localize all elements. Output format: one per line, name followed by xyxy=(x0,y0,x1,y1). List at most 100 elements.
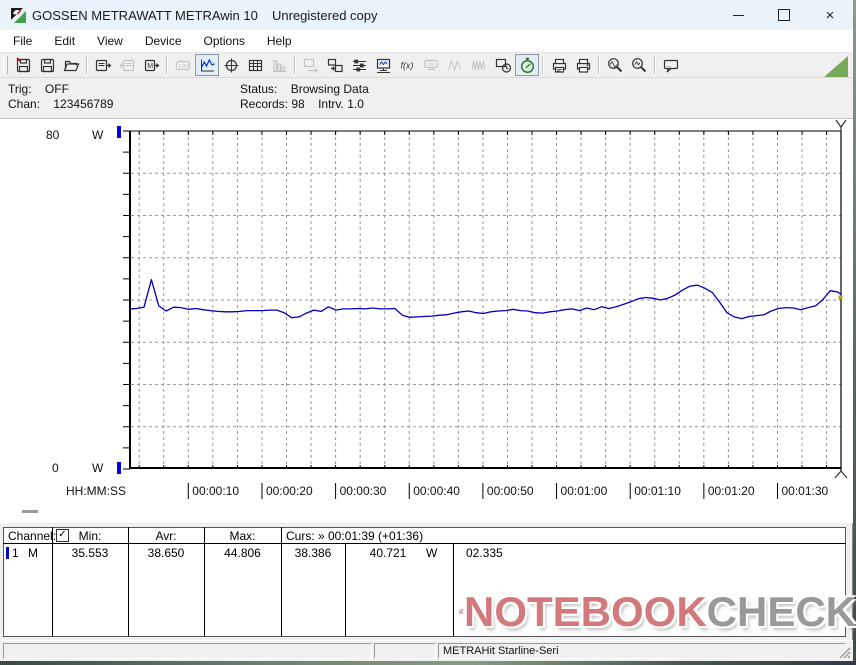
x-axis-tick-label: 00:01:30 xyxy=(781,484,829,498)
title-bar: GOSSEN METRAWATT METRAwin 10 Unregistere… xyxy=(0,0,853,30)
minimize-icon xyxy=(732,14,744,16)
toolbar-grip xyxy=(3,56,8,74)
statusbar-device-panel: METRAHit Starline-Seri xyxy=(438,643,846,659)
statusbar-panel-left xyxy=(3,643,372,659)
watermark-text-primary: NOTEBOOK xyxy=(463,588,707,635)
print-report-button[interactable] xyxy=(547,54,571,76)
save-trigger-button[interactable] xyxy=(11,54,35,76)
export-button xyxy=(299,54,323,76)
col-header-channel: Channel: xyxy=(8,529,57,543)
close-icon: × xyxy=(825,6,835,24)
cell-cursor-a: 38.386 xyxy=(294,546,332,560)
app-icon xyxy=(11,7,26,23)
title-license-status: Unregistered copy xyxy=(272,7,378,23)
x-axis-tick-label: 00:01:20 xyxy=(707,484,755,498)
maximize-icon xyxy=(778,9,790,21)
memory-read-button[interactable]: M xyxy=(139,54,163,76)
x-axis-tick-label: 00:01:00 xyxy=(560,484,608,498)
write-device-button xyxy=(115,54,139,76)
menu-edit[interactable]: Edit xyxy=(43,30,86,52)
x-axis-tick-label: 00:00:30 xyxy=(339,484,387,498)
resize-grip[interactable] xyxy=(838,646,851,659)
desktop-sliver-bottom xyxy=(0,661,856,665)
zoom-amplitude-button[interactable] xyxy=(627,54,651,76)
col-header-max: Max: xyxy=(229,529,256,543)
annotation-button[interactable]: ... xyxy=(659,54,683,76)
histogram-button xyxy=(267,54,291,76)
menu-view[interactable]: View xyxy=(86,30,134,52)
x-axis-tick-label: 00:00:40 xyxy=(413,484,460,498)
trig-value: OFF xyxy=(44,82,69,96)
toolbar-separator xyxy=(166,56,168,74)
records-value: 98 xyxy=(291,97,305,111)
minimize-button[interactable] xyxy=(715,0,761,30)
toolbar-separator xyxy=(294,56,296,74)
interval-label: Intrv. xyxy=(318,97,344,111)
cell-cursor-b: 40.721 xyxy=(369,546,407,560)
trigger-status: Trig: OFF xyxy=(8,82,69,96)
cell-channel-mode: M xyxy=(28,546,38,560)
menu-device[interactable]: Device xyxy=(134,30,193,52)
statusbar-panel-middle xyxy=(374,643,436,659)
display-setup-button[interactable] xyxy=(371,54,395,76)
cell-min: 35.553 xyxy=(71,546,109,560)
menu-help[interactable]: Help xyxy=(256,30,303,52)
title-product-name: METRAwin 10 xyxy=(175,7,258,23)
col-header-min: Min: xyxy=(78,529,102,543)
formula-button[interactable]: f(x) xyxy=(395,54,419,76)
cell-channel-number: 1 xyxy=(12,546,19,560)
sample-wave-button xyxy=(443,54,467,76)
title-app-name: GOSSEN METRAWATT xyxy=(32,7,172,23)
zoom-time-button[interactable] xyxy=(603,54,627,76)
cell-unit: W xyxy=(426,546,438,560)
cell-max: 44.806 xyxy=(224,546,261,560)
col-header-cursor: Curs: » 00:01:39 (+01:36) xyxy=(286,529,424,543)
svg-text:123: 123 xyxy=(426,62,434,67)
svg-text:M: M xyxy=(147,63,153,70)
menu-file[interactable]: File xyxy=(2,30,43,52)
time-sync-button[interactable] xyxy=(491,54,515,76)
toolbar-separator xyxy=(654,56,656,74)
svg-text:1257: 1257 xyxy=(178,63,189,69)
interval-value: 1.0 xyxy=(347,97,364,111)
table-header-divider xyxy=(3,543,846,544)
interval-timer-button[interactable] xyxy=(515,54,539,76)
channel-setup-button[interactable] xyxy=(347,54,371,76)
status-label: Status: xyxy=(240,82,278,96)
maximize-button[interactable] xyxy=(761,0,807,30)
svg-text:f(x): f(x) xyxy=(400,60,413,70)
open-button[interactable] xyxy=(59,54,83,76)
chart-svg[interactable] xyxy=(0,119,853,524)
cursor-crosshair-button[interactable] xyxy=(219,54,243,76)
status-panel: Trig: OFF Chan: 123456789 Status: Browsi… xyxy=(0,78,853,118)
channel-color-marker xyxy=(6,547,9,559)
statusbar-device-name: METRAHit Starline-Seri xyxy=(443,645,559,657)
y-axis-max-label: 80 xyxy=(46,128,60,142)
records-status: Records: 98 Intrv. 1.0 xyxy=(240,97,364,111)
y-axis-unit-top: W xyxy=(92,128,104,142)
table-view-button[interactable] xyxy=(243,54,267,76)
sample-dense-button xyxy=(467,54,491,76)
menu-options[interactable]: Options xyxy=(193,30,256,52)
x-axis-tick-label: 00:00:10 xyxy=(192,484,240,498)
y-axis-min-label: 0 xyxy=(52,461,59,475)
import-button[interactable] xyxy=(323,54,347,76)
save-button[interactable] xyxy=(35,54,59,76)
x-axis-format-label: HH:MM:SS xyxy=(66,484,126,498)
menu-bar: File Edit View Device Options Help xyxy=(0,30,853,52)
cell-cursor-delta: 02.335 xyxy=(466,546,503,560)
chan-value: 123456789 xyxy=(53,97,114,111)
close-button[interactable]: × xyxy=(807,0,853,30)
toolbar-separator xyxy=(86,56,88,74)
toolbar: M 1257 f(x) 123... xyxy=(0,52,853,78)
trig-label: Trig: xyxy=(8,82,32,96)
svg-text:...: ... xyxy=(666,62,671,68)
chart-scroll-handle[interactable] xyxy=(22,510,38,513)
read-device-button[interactable] xyxy=(91,54,115,76)
trend-view-button[interactable] xyxy=(195,54,219,76)
status-value: Browsing Data xyxy=(290,82,369,96)
toolbar-separator xyxy=(598,56,600,74)
print-button[interactable] xyxy=(571,54,595,76)
browse-status: Status: Browsing Data xyxy=(240,82,369,96)
x-axis-tick-label: 00:01:10 xyxy=(634,484,681,498)
